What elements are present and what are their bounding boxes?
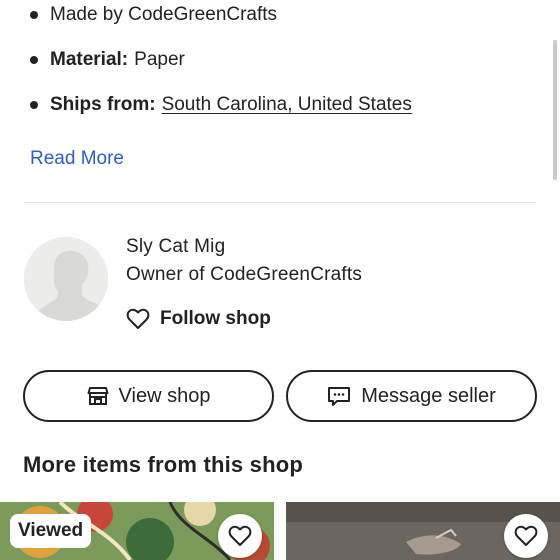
seller-role: Owner of CodeGreenCrafts bbox=[126, 264, 363, 285]
follow-shop-button[interactable]: Follow shop bbox=[126, 308, 271, 330]
default-avatar-icon bbox=[24, 237, 108, 321]
seller-name[interactable]: Sly Cat Mig bbox=[126, 236, 225, 258]
material-label: Material: bbox=[50, 49, 129, 70]
avatar[interactable] bbox=[24, 237, 108, 321]
shop-item-card[interactable] bbox=[286, 502, 560, 560]
heart-outline-icon bbox=[514, 525, 538, 546]
bullet-icon bbox=[30, 101, 38, 109]
detail-material: Material: Paper bbox=[30, 49, 185, 71]
view-shop-button[interactable]: View shop bbox=[23, 370, 274, 422]
bullet-icon bbox=[30, 11, 38, 19]
favorite-button[interactable] bbox=[504, 514, 548, 558]
scrollbar[interactable] bbox=[553, 40, 557, 180]
heart-outline-icon bbox=[228, 525, 252, 546]
divider bbox=[24, 202, 536, 203]
detail-made-by: Made by CodeGreenCrafts bbox=[30, 4, 277, 26]
detail-ships-from: Ships from: South Carolina, United State… bbox=[30, 94, 412, 116]
favorite-button[interactable] bbox=[218, 514, 262, 558]
heart-outline-icon bbox=[126, 308, 150, 329]
made-by-text: Made by CodeGreenCrafts bbox=[50, 4, 278, 25]
read-more-link[interactable]: Read More bbox=[30, 148, 124, 170]
view-shop-label: View shop bbox=[118, 384, 211, 407]
shop-item-card[interactable]: Viewed bbox=[0, 502, 274, 560]
ships-from-label: Ships from: bbox=[50, 94, 156, 115]
message-icon bbox=[328, 387, 351, 406]
more-items-title: More items from this shop bbox=[23, 452, 304, 477]
message-seller-button[interactable]: Message seller bbox=[286, 370, 537, 422]
viewed-badge: Viewed bbox=[10, 514, 92, 548]
follow-shop-label: Follow shop bbox=[160, 308, 271, 329]
ships-from-link[interactable]: South Carolina, United States bbox=[162, 94, 412, 116]
storefront-icon bbox=[87, 387, 109, 405]
bullet-icon bbox=[30, 56, 38, 64]
material-value: Paper bbox=[134, 49, 185, 70]
message-seller-label: Message seller bbox=[361, 384, 496, 407]
